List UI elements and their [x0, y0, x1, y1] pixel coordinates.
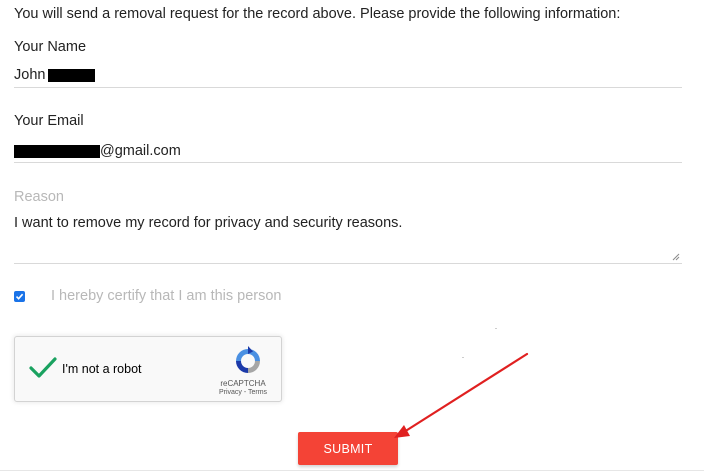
resize-grip-icon[interactable] — [672, 253, 680, 261]
removal-request-form: You will send a removal request for the … — [0, 0, 704, 476]
email-value: @gmail.com — [100, 143, 181, 159]
recaptcha-logo-icon — [236, 346, 260, 373]
email-underline — [14, 162, 682, 163]
speck — [495, 328, 497, 329]
checkmark-icon — [15, 293, 24, 300]
reason-textarea[interactable]: I want to remove my record for privacy a… — [14, 212, 682, 264]
name-field[interactable]: John — [14, 67, 96, 83]
bottom-divider — [0, 470, 704, 471]
recaptcha-checkmark-icon[interactable] — [29, 357, 57, 379]
recaptcha-terms-link[interactable]: Privacy - Terms — [215, 389, 271, 396]
recaptcha-widget: I'm not a robot reCAPTCHA Privacy - Term… — [14, 336, 282, 402]
speck — [462, 357, 464, 358]
intro-text: You will send a removal request for the … — [14, 6, 621, 22]
email-field[interactable]: @gmail.com — [14, 143, 181, 159]
redaction-bar — [14, 144, 100, 158]
certify-checkbox[interactable] — [14, 290, 25, 302]
email-label: Your Email — [14, 113, 84, 129]
certify-label: I hereby certify that I am this person — [51, 288, 282, 304]
recaptcha-brand: reCAPTCHA — [220, 379, 266, 388]
name-label: Your Name — [14, 39, 87, 55]
reason-value: I want to remove my record for privacy a… — [14, 215, 403, 231]
name-value: John — [14, 67, 46, 83]
reason-label: Reason — [14, 189, 64, 205]
name-underline — [14, 87, 682, 88]
redaction-bar — [48, 68, 96, 82]
submit-button[interactable]: SUBMIT — [298, 432, 398, 465]
certify-row: I hereby certify that I am this person — [14, 288, 282, 304]
recaptcha-label: I'm not a robot — [62, 362, 142, 376]
